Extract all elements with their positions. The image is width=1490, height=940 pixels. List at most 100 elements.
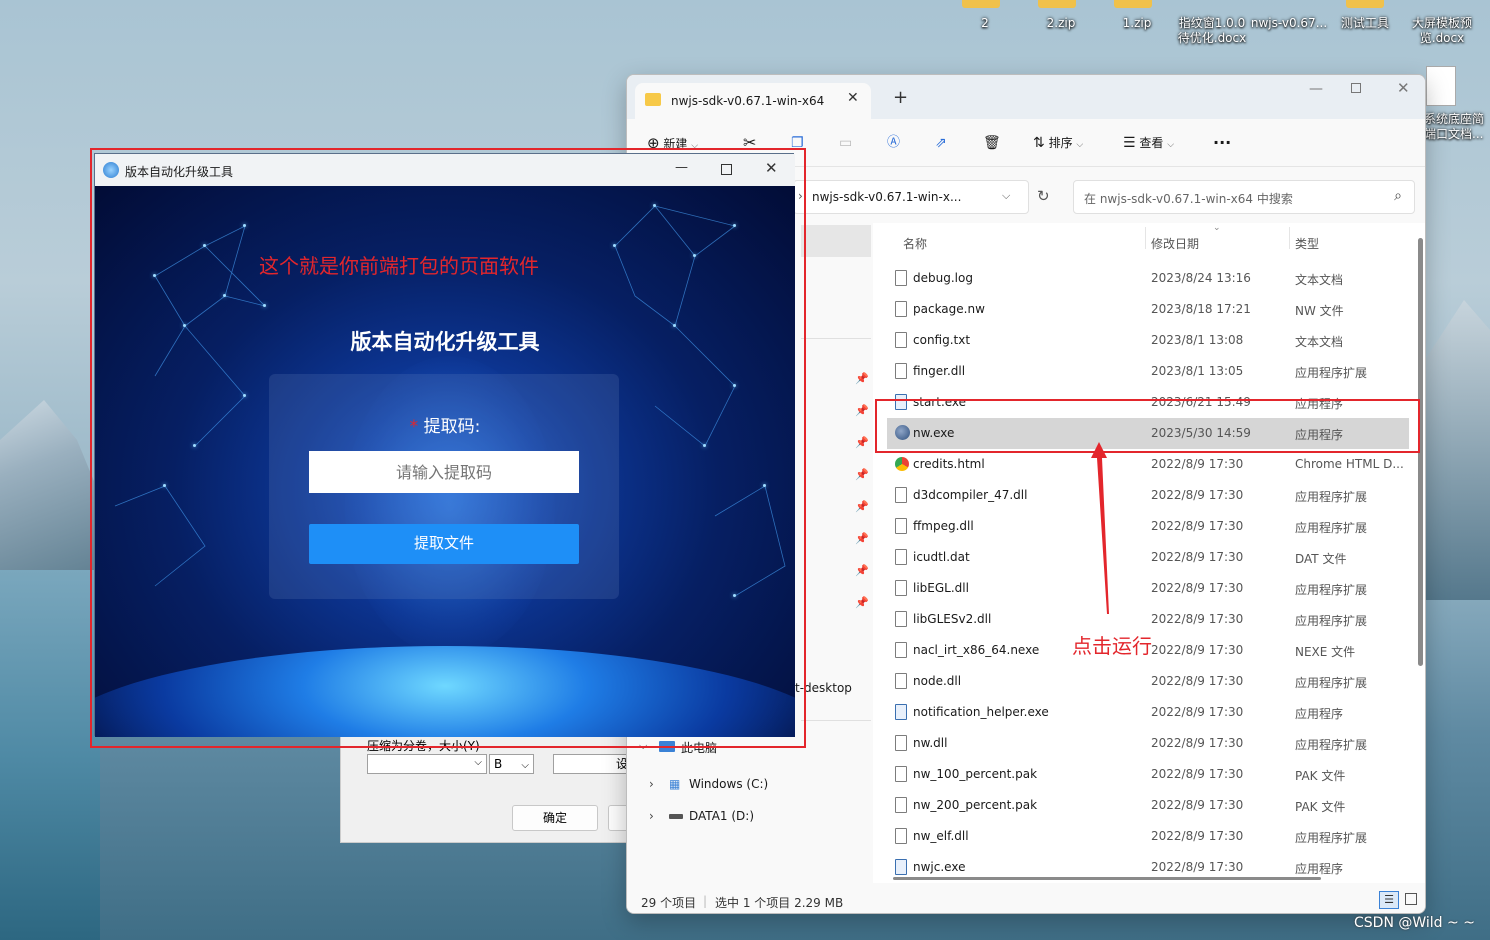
close-tab-icon[interactable]: ✕ [847, 90, 859, 106]
file-row[interactable]: d3dcompiler_47.dll 2022/8/9 17:30 应用程序扩展 [887, 480, 1409, 511]
file-icon [895, 332, 907, 348]
file-row[interactable]: ffmpeg.dll 2022/8/9 17:30 应用程序扩展 [887, 511, 1409, 542]
nav-item-drive-d[interactable]: DATA1 (D:) [689, 809, 754, 823]
chevron-down-icon: ⌵ [474, 757, 482, 768]
rename-icon[interactable]: Ⓐ [887, 131, 900, 155]
nav-item-drive-c[interactable]: Windows (C:) [689, 777, 768, 791]
file-icon [895, 301, 907, 317]
file-type: PAK 文件 [1295, 769, 1346, 783]
maximize-icon[interactable] [1351, 83, 1361, 93]
column-header-type[interactable]: 类型 [1295, 235, 1319, 252]
file-row[interactable]: icudtl.dat 2022/8/9 17:30 DAT 文件 [887, 542, 1409, 573]
file-icon [895, 828, 907, 844]
sort-button[interactable]: ⇅ 排序 ⌵ [1033, 131, 1083, 155]
file-name: libEGL.dll [913, 581, 969, 595]
desktop-icon-dashboard-doc[interactable]: 大屏模板预 览.docx [1406, 0, 1478, 46]
volume-size-select[interactable]: ⌵ [367, 754, 487, 774]
close-window-icon[interactable]: ✕ [1397, 79, 1410, 97]
file-row[interactable]: libEGL.dll 2022/8/9 17:30 应用程序扩展 [887, 573, 1409, 604]
address-bar[interactable]: › nwjs-sdk-v0.67.1-win-x... ⌵ [793, 180, 1029, 214]
file-type: PAK 文件 [1295, 800, 1346, 814]
details-view-icon[interactable]: ☰ [1379, 891, 1399, 909]
volume-unit-select[interactable]: B ⌵ [489, 754, 534, 774]
column-header-name[interactable]: 名称 [903, 235, 927, 252]
file-row[interactable]: nw_100_percent.pak 2022/8/9 17:30 PAK 文件 [887, 759, 1409, 790]
file-row[interactable]: config.txt 2023/8/1 13:08 文本文档 [887, 325, 1409, 356]
file-row[interactable]: notification_helper.exe 2022/8/9 17:30 应用程… [887, 697, 1409, 728]
chevron-right-icon[interactable]: › [649, 809, 654, 823]
column-header-date[interactable]: 修改日期 [1151, 235, 1199, 252]
file-date: 2022/8/9 17:30 [1151, 705, 1244, 719]
document-icon [1426, 66, 1456, 106]
file-name: notification_helper.exe [913, 705, 1049, 719]
chevron-down-icon[interactable]: ⌵ [1002, 189, 1010, 203]
desktop-icon-nwjs[interactable]: nwjs-v0.67... [1250, 0, 1328, 31]
file-type: Chrome HTML D... [1295, 457, 1404, 471]
delete-icon[interactable]: 🗑 [983, 131, 1001, 155]
application-icon [895, 859, 907, 875]
minimize-icon[interactable]: — [1309, 81, 1323, 97]
partial-field[interactable]: 设 [553, 754, 633, 774]
file-name: finger.dll [913, 364, 966, 378]
desktop-icon-2[interactable]: 2 [962, 0, 1008, 31]
view-label: 查看 [1139, 136, 1164, 150]
volume-unit-value: B [494, 757, 503, 771]
nav-divider [801, 338, 871, 339]
file-row[interactable]: node.dll 2022/8/9 17:30 应用程序扩展 [887, 666, 1409, 697]
folder-icon [962, 0, 1000, 8]
file-name: config.txt [913, 333, 971, 347]
file-type: 应用程序 [1295, 862, 1344, 876]
file-date: 2022/8/9 17:30 [1151, 643, 1244, 657]
ok-button[interactable]: 确定 [512, 805, 598, 831]
tiles-view-icon[interactable] [1405, 893, 1417, 905]
chevron-right-icon[interactable]: › [649, 777, 654, 791]
file-type: DAT 文件 [1295, 552, 1347, 566]
file-row[interactable]: nw_200_percent.pak 2022/8/9 17:30 PAK 文件 [887, 790, 1409, 821]
horizontal-scrollbar[interactable] [893, 877, 1321, 880]
highlight-app-window [90, 148, 806, 748]
file-row[interactable]: nw.dll 2022/8/9 17:30 应用程序扩展 [887, 728, 1409, 759]
file-icon [895, 580, 907, 596]
file-row[interactable]: credits.html 2022/8/9 17:30 Chrome HTML D.… [887, 449, 1409, 480]
refresh-icon[interactable]: ↻ [1037, 187, 1050, 205]
file-row[interactable]: nw_elf.dll 2022/8/9 17:30 应用程序扩展 [887, 821, 1409, 852]
file-row[interactable]: debug.log 2023/8/24 13:16 文本文档 [887, 263, 1409, 294]
file-row[interactable]: package.nw 2023/8/18 17:21 NW 文件 [887, 294, 1409, 325]
sort-indicator-icon: ⌄ [1213, 223, 1221, 233]
desktop-icon-1zip[interactable]: 1.zip [1114, 0, 1160, 31]
file-row[interactable]: finger.dll 2023/8/1 13:05 应用程序扩展 [887, 356, 1409, 387]
desktop-wallpaper-mountain-right [1425, 300, 1490, 600]
explorer-tab[interactable]: nwjs-sdk-v0.67.1-win-x64 ✕ [635, 83, 871, 119]
status-bar: 29 个项目 | 选中 1 个项目 2.29 MB ☰ [627, 887, 1425, 913]
desktop-icon-2zip[interactable]: 2.zip [1038, 0, 1084, 31]
more-options-button[interactable]: ··· [1213, 131, 1231, 155]
explorer-titlebar: nwjs-sdk-v0.67.1-win-x64 ✕ + — ✕ [627, 75, 1425, 119]
file-date: 2022/8/9 17:30 [1151, 767, 1244, 781]
desktop-icon-test-tools[interactable]: 测试工具 [1336, 0, 1394, 31]
nav-divider [801, 720, 871, 721]
file-date: 2022/8/9 17:30 [1151, 488, 1244, 502]
new-tab-button[interactable]: + [893, 87, 908, 108]
file-name: package.nw [913, 302, 985, 316]
file-icon [895, 270, 907, 286]
search-icon: ⌕ [1394, 188, 1402, 204]
paste-icon[interactable]: ▭ [839, 131, 852, 155]
pin-icon-column: 📌 📌 📌 📌 📌 📌 📌 📌 [855, 372, 869, 609]
search-box[interactable]: 在 nwjs-sdk-v0.67.1-win-x64 中搜索 ⌕ [1073, 180, 1415, 214]
desktop-icon-label: 1.zip [1122, 16, 1152, 30]
share-icon[interactable]: ⇗ [935, 131, 947, 155]
desktop-icon-label: 2 [981, 16, 989, 30]
file-name: nw_100_percent.pak [913, 767, 1038, 781]
nav-selected-item[interactable] [801, 225, 871, 257]
file-name: d3dcompiler_47.dll [913, 488, 1028, 502]
file-date: 2022/8/9 17:30 [1151, 829, 1244, 843]
desktop-icon-system-doc[interactable]: 系统底座简 端口文档... [1424, 66, 1488, 142]
file-name: ffmpeg.dll [913, 519, 974, 533]
file-date: 2023/8/24 13:16 [1151, 271, 1251, 285]
file-type: NW 文件 [1295, 304, 1344, 318]
file-icon [895, 766, 907, 782]
file-date: 2022/8/9 17:30 [1151, 550, 1244, 564]
view-button[interactable]: ☰ 查看 ⌵ [1123, 131, 1174, 155]
desktop-icon-fingerprint-doc[interactable]: 指纹窗1.0.0 待优化.docx [1176, 0, 1248, 46]
file-name: libGLESv2.dll [913, 612, 992, 626]
